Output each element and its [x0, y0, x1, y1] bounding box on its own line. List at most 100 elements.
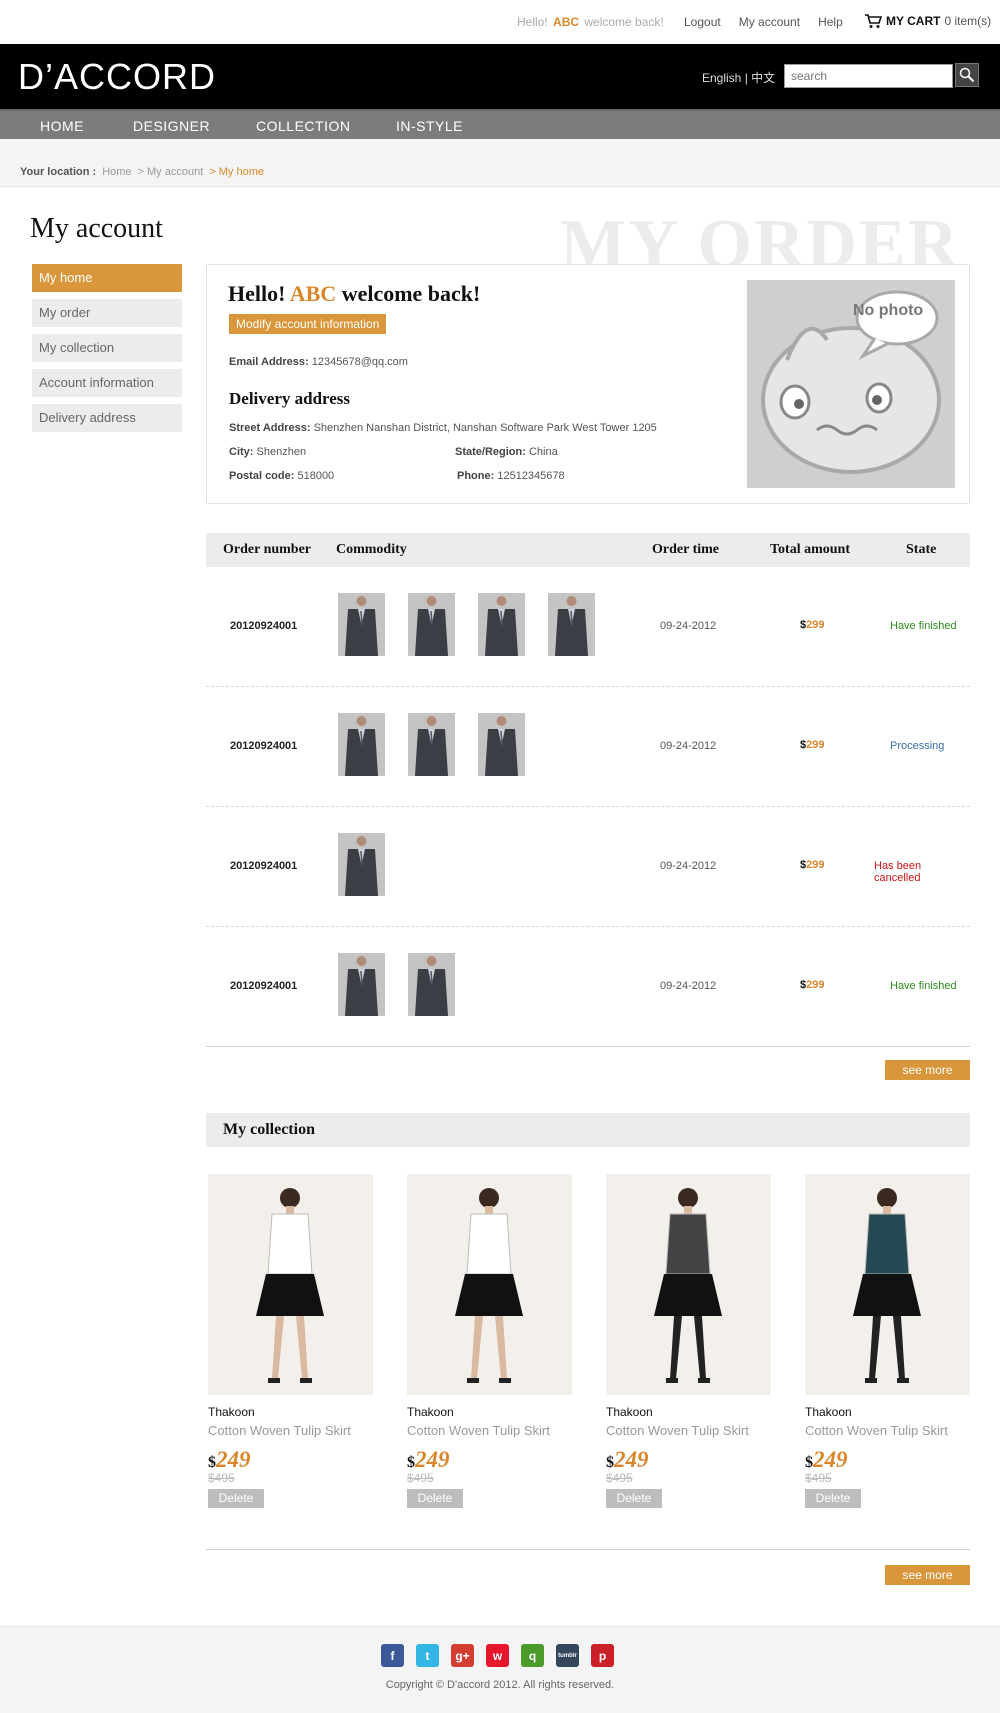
order-amount: $299: [800, 979, 824, 991]
profile-greeting: Hello! ABC welcome back!: [228, 281, 480, 307]
header: D’ACCORD English | 中文: [0, 44, 1000, 109]
phone-field: Phone: 12512345678: [457, 470, 565, 482]
search-input[interactable]: [784, 64, 953, 88]
delete-button[interactable]: Delete: [805, 1489, 861, 1508]
footer: f t g+ w q tumblr p Copyright © D'accord 2012.…: [0, 1626, 1000, 1713]
sidebar-item-my-order[interactable]: My order: [32, 299, 182, 327]
commodity-thumbnail[interactable]: [408, 713, 455, 776]
product-image[interactable]: [407, 1174, 572, 1395]
product-brand[interactable]: Thakoon: [407, 1405, 572, 1419]
orders-see-more-button[interactable]: see more: [885, 1060, 970, 1080]
commodity-thumbnail[interactable]: [478, 713, 525, 776]
no-photo-text: No photo: [853, 302, 924, 319]
profile-panel: Hello! ABC welcome back! Modify account …: [206, 264, 970, 504]
breadcrumb-current: > My home: [209, 166, 264, 178]
weibo-icon[interactable]: w: [486, 1644, 509, 1667]
tumblr-icon[interactable]: tumblr: [556, 1644, 579, 1667]
sidebar-item-my-collection[interactable]: My collection: [32, 334, 182, 362]
product-price: $249: [606, 1447, 771, 1473]
sidebar-item-account-information[interactable]: Account information: [32, 369, 182, 397]
commodity-thumbnail[interactable]: [338, 833, 385, 896]
twitter-icon[interactable]: t: [416, 1644, 439, 1667]
suit-image: [408, 953, 455, 1016]
delivery-title: Delivery address: [229, 389, 351, 408]
order-row[interactable]: 20120924001 09-24-2012 $299 Have finished: [206, 927, 970, 1047]
logo[interactable]: D’ACCORD: [18, 56, 216, 98]
greeting-user: ABC: [553, 15, 580, 29]
breadcrumb-my-account[interactable]: > My account: [138, 166, 204, 178]
product-name[interactable]: Cotton Woven Tulip Skirt: [407, 1423, 572, 1438]
profile-hello: Hello!: [228, 281, 286, 306]
postal-value: 518000: [297, 470, 335, 482]
nav-in-style[interactable]: IN-STYLE: [396, 118, 463, 134]
breadcrumb-home[interactable]: Home: [102, 166, 131, 178]
language-switch: English | 中文: [702, 69, 775, 86]
commodity-thumbnail[interactable]: [548, 593, 595, 656]
delete-button[interactable]: Delete: [606, 1489, 662, 1508]
lang-english[interactable]: English: [702, 71, 741, 85]
delete-button[interactable]: Delete: [407, 1489, 463, 1508]
order-state: Processing: [890, 740, 945, 752]
street-field: Street Address: Shenzhen Nanshan Distric…: [229, 422, 657, 434]
avatar[interactable]: No photo: [747, 280, 955, 488]
nav-home[interactable]: HOME: [40, 118, 84, 134]
product-image[interactable]: [805, 1174, 970, 1395]
top-bar: Hello! ABC welcome back! Logout My accou…: [0, 0, 1000, 44]
commodity-thumbnail[interactable]: [408, 593, 455, 656]
product-brand[interactable]: Thakoon: [606, 1405, 771, 1419]
price-currency: $: [606, 1454, 614, 1471]
commodity-thumbnail[interactable]: [338, 593, 385, 656]
commodity-thumbnail[interactable]: [338, 713, 385, 776]
product-image[interactable]: [208, 1174, 373, 1395]
model-photo: [805, 1174, 970, 1395]
help-link[interactable]: Help: [818, 15, 843, 29]
search-icon: [959, 67, 975, 83]
product-name[interactable]: Cotton Woven Tulip Skirt: [606, 1423, 771, 1438]
order-number[interactable]: 20120924001: [230, 980, 297, 992]
postal-field: Postal code: 518000: [229, 470, 334, 482]
lang-chinese[interactable]: 中文: [751, 71, 775, 85]
google-plus-icon[interactable]: g+: [451, 1644, 474, 1667]
email-label: Email Address:: [229, 356, 309, 368]
order-row[interactable]: 20120924001 09-24-2012 $299 Has been cancel…: [206, 807, 970, 927]
product-name[interactable]: Cotton Woven Tulip Skirt: [805, 1423, 970, 1438]
col-order-time: Order time: [652, 542, 719, 557]
qzone-icon[interactable]: q: [521, 1644, 544, 1667]
sidebar-menu: My home My order My collection Account i…: [32, 264, 182, 439]
product-image[interactable]: [606, 1174, 771, 1395]
product-brand[interactable]: Thakoon: [208, 1405, 373, 1419]
product-name[interactable]: Cotton Woven Tulip Skirt: [208, 1423, 373, 1438]
nav-designer[interactable]: DESIGNER: [133, 118, 210, 134]
delete-button[interactable]: Delete: [208, 1489, 264, 1508]
price-value: 249: [614, 1447, 649, 1472]
pinterest-icon[interactable]: p: [591, 1644, 614, 1667]
collection-see-more-button[interactable]: see more: [885, 1565, 970, 1585]
state-label: State/Region:: [455, 446, 526, 458]
sidebar-item-delivery-address[interactable]: Delivery address: [32, 404, 182, 432]
product-brand[interactable]: Thakoon: [805, 1405, 970, 1419]
nav-collection[interactable]: COLLECTION: [256, 118, 350, 134]
logout-link[interactable]: Logout: [684, 15, 721, 29]
amount-value: 299: [806, 979, 825, 991]
order-number[interactable]: 20120924001: [230, 740, 297, 752]
sidebar-item-my-home[interactable]: My home: [32, 264, 182, 292]
order-number[interactable]: 20120924001: [230, 860, 297, 872]
city-label: City:: [229, 446, 254, 458]
my-account-link[interactable]: My account: [739, 15, 800, 29]
product-old-price: $495: [407, 1471, 434, 1485]
order-row[interactable]: 20120924001 09-24-2012 $299 Have finished: [206, 567, 970, 687]
postal-label: Postal code:: [229, 470, 295, 482]
phone-value: 12512345678: [497, 470, 565, 482]
collection-item: Thakoon Cotton Woven Tulip Skirt $249 $495 D…: [606, 1174, 771, 1508]
commodity-thumbnail[interactable]: [408, 953, 455, 1016]
modify-account-button[interactable]: Modify account information: [229, 314, 387, 334]
suit-image: [478, 713, 525, 776]
commodity-list: [338, 833, 385, 896]
search-button[interactable]: [955, 63, 979, 87]
order-number[interactable]: 20120924001: [230, 620, 297, 632]
commodity-thumbnail[interactable]: [478, 593, 525, 656]
cart-link[interactable]: MY CART 0 item(s): [864, 13, 991, 29]
facebook-icon[interactable]: f: [381, 1644, 404, 1667]
order-row[interactable]: 20120924001 09-24-2012 $299 Processing: [206, 687, 970, 807]
commodity-thumbnail[interactable]: [338, 953, 385, 1016]
